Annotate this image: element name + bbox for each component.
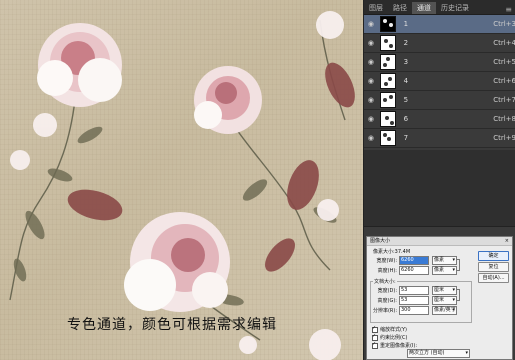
doc-width-input[interactable]: 53 — [399, 286, 429, 295]
doc-width-row: 宽度(D): 53 厘米 — [371, 286, 457, 295]
close-icon[interactable]: × — [505, 237, 509, 245]
dialog-title: 图像大小 — [367, 237, 512, 246]
eye-icon[interactable]: ◉ — [364, 115, 378, 123]
channel-thumbnail — [379, 130, 396, 146]
eye-icon[interactable]: ◉ — [364, 96, 378, 104]
tab-channels[interactable]: 通道 — [412, 2, 436, 14]
resolution-label: 分辨率(R): — [372, 308, 397, 314]
doc-height-unit-select[interactable]: 厘米 — [432, 296, 457, 305]
tab-layers[interactable]: 图层 — [364, 2, 388, 14]
width-input[interactable]: 6260 — [399, 256, 429, 265]
ok-button[interactable]: 确定 — [478, 251, 509, 261]
constrain-option[interactable]: 约束比例(C) — [372, 333, 408, 341]
resolution-input[interactable]: 300 — [399, 306, 429, 315]
channel-name: 1 — [403, 20, 409, 28]
resolution-unit-select[interactable]: 像素/英寸 — [432, 306, 457, 315]
tab-paths[interactable]: 路径 — [388, 2, 412, 14]
doc-height-label: 高度(G): — [377, 298, 397, 304]
doc-width-unit-select[interactable]: 厘米 — [432, 286, 457, 295]
document-canvas[interactable]: 专色通道，颜色可根据需求编辑 — [0, 0, 363, 360]
eye-icon[interactable]: ◉ — [364, 39, 378, 47]
channel-thumbnail — [379, 54, 396, 70]
channel-shortcut: Ctrl+4 — [493, 39, 515, 47]
channel-shortcut: Ctrl+5 — [493, 58, 515, 66]
eye-icon[interactable]: ◉ — [364, 134, 378, 142]
channel-name: 6 — [403, 115, 409, 123]
channel-list: ◉ 1 Ctrl+3 ◉ 2 Ctrl+4 ◉ 3 Ctrl+5 ◉ 4 Ctr… — [364, 15, 515, 150]
height-unit-select[interactable]: 像素 — [432, 266, 457, 275]
channel-row-4[interactable]: ◉ 4 Ctrl+6 — [364, 72, 515, 91]
channel-shortcut: Ctrl+3 — [493, 20, 515, 28]
channel-row-3[interactable]: ◉ 3 Ctrl+5 — [364, 53, 515, 72]
eye-icon[interactable]: ◉ — [364, 20, 378, 28]
width-row: 宽度(W): 6260 像素 — [371, 256, 457, 265]
panel-empty-area — [364, 150, 515, 234]
channel-thumbnail — [379, 16, 396, 32]
image-size-dialog: 图像大小 × 像素大小:37.4M 宽度(W): 6260 像素 高度(H): … — [366, 236, 513, 360]
pixel-size-label: 像素大小:37.4M — [373, 249, 411, 255]
channel-thumbnail — [379, 92, 396, 108]
channel-thumbnail — [379, 111, 396, 127]
floral-pattern-artwork — [9, 11, 355, 360]
channel-name: 7 — [403, 134, 409, 142]
channel-row-6[interactable]: ◉ 6 Ctrl+8 — [364, 110, 515, 129]
resample-option[interactable]: 重定图像像素(I): — [372, 341, 417, 349]
channel-row-2[interactable]: ◉ 2 Ctrl+4 — [364, 34, 515, 53]
height-input[interactable]: 6260 — [399, 266, 429, 275]
height-label: 高度(H): — [377, 268, 397, 274]
channel-row-5[interactable]: ◉ 5 Ctrl+7 — [364, 91, 515, 110]
constrain-label: 约束比例(C) — [380, 335, 408, 341]
doc-width-label: 宽度(D): — [377, 288, 397, 294]
eye-icon[interactable]: ◉ — [364, 77, 378, 85]
doc-height-row: 高度(G): 53 厘米 — [371, 296, 457, 305]
scale-styles-label: 缩放样式(Y) — [380, 327, 407, 333]
channel-shortcut: Ctrl+6 — [493, 77, 515, 85]
panel-menu-icon[interactable]: ≡ — [501, 5, 515, 14]
canvas-caption: 专色通道，颜色可根据需求编辑 — [67, 317, 277, 333]
channel-name: 4 — [403, 77, 409, 85]
link-bracket — [456, 259, 460, 271]
scale-styles-option[interactable]: 缩放样式(Y) — [372, 325, 407, 333]
tab-history[interactable]: 历史记录 — [436, 2, 474, 14]
resample-checkbox[interactable] — [372, 341, 378, 349]
auto-button[interactable]: 自动(A)... — [478, 273, 509, 283]
channel-name: 2 — [403, 39, 409, 47]
channel-thumbnail — [379, 35, 396, 51]
eye-icon[interactable]: ◉ — [364, 58, 378, 66]
channel-shortcut: Ctrl+7 — [493, 96, 515, 104]
channel-shortcut: Ctrl+8 — [493, 115, 515, 123]
width-label: 宽度(W): — [376, 258, 397, 264]
height-row: 高度(H): 6260 像素 — [371, 266, 457, 275]
width-unit-select[interactable]: 像素 — [432, 256, 457, 265]
channel-shortcut: Ctrl+9 — [493, 134, 515, 142]
link-bracket — [456, 289, 460, 301]
resample-method-select[interactable]: 两次立方 (自动) — [407, 349, 470, 358]
channel-row-7[interactable]: ◉ 7 Ctrl+9 — [364, 129, 515, 148]
document-size-label: 文档大小: — [373, 278, 397, 285]
channel-name: 5 — [403, 96, 409, 104]
resolution-row: 分辨率(R): 300 像素/英寸 — [371, 306, 457, 315]
channel-name: 3 — [403, 58, 409, 66]
reset-button[interactable]: 复位 — [478, 262, 509, 272]
panel-footer — [364, 226, 515, 235]
doc-height-input[interactable]: 53 — [399, 296, 429, 305]
channel-row-1[interactable]: ◉ 1 Ctrl+3 — [364, 15, 515, 34]
channel-thumbnail — [379, 73, 396, 89]
panel-tabs: 图层 路径 通道 历史记录 ≡ — [364, 0, 515, 15]
